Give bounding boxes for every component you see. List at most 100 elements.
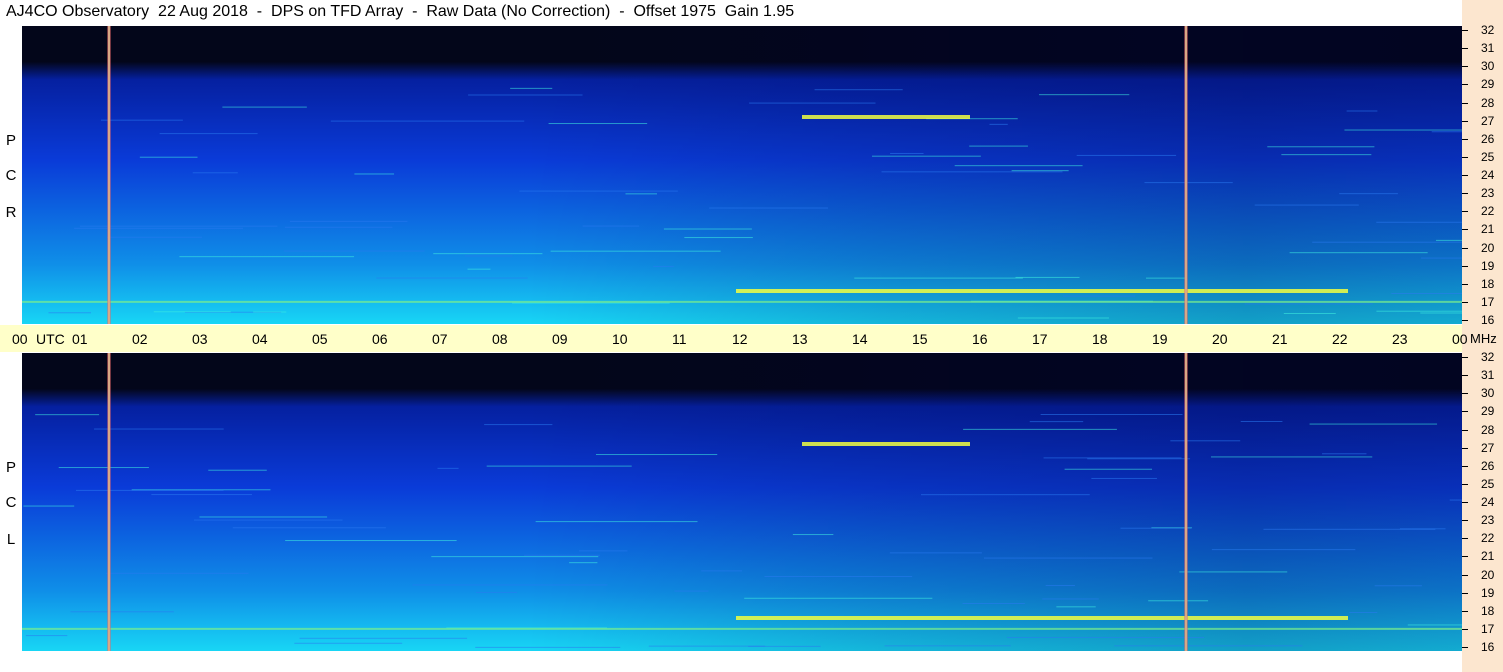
frequency-tick-label: 27 [1481,440,1495,455]
noise-streak [1420,312,1462,314]
noise-streak [954,165,1083,167]
frequency-tick [1462,592,1468,594]
noise-streak [1283,313,1336,315]
hour-tick-label: 16 [972,331,988,347]
hour-tick-label: 23 [1392,331,1408,347]
frequency-tick-label: 30 [1481,59,1495,74]
noise-streak [232,527,386,529]
time-marker-core [108,353,110,651]
frequency-tick-label: 17 [1481,621,1495,636]
hour-tick-label: 15 [912,331,928,347]
noise-streak [1148,600,1209,602]
noise-streak [764,576,913,578]
noise-streak [48,312,92,314]
hour-tick-label: 11 [672,331,687,347]
hour-tick-label: 21 [1272,331,1288,347]
noise-streak [1006,636,1205,638]
noise-streak [1045,585,1075,587]
pol-letter: C [5,494,17,511]
noise-streak [107,236,203,238]
noise-streak [881,171,1063,173]
noise-streak [1145,277,1186,279]
signal-band [802,115,970,119]
noise-streak [70,611,174,613]
noise-streak [653,265,674,267]
noise-streak [1015,276,1080,278]
frequency-tick [1462,411,1468,413]
frequency-tick-label: 19 [1481,258,1495,273]
pol-letter: R [5,204,17,221]
frequency-tick-label: 26 [1481,131,1495,146]
noise-streak [524,554,600,556]
hour-tick-label: 14 [852,331,868,347]
frequency-tick [1462,465,1468,467]
frequency-tick [1462,628,1468,630]
noise-streak [744,597,933,599]
frequency-tick-label: 16 [1481,313,1495,327]
noise-streak [330,120,525,122]
lcp-polarization-label: L C P [0,353,22,651]
frequency-tick [1462,283,1468,285]
frequency-tick-label: 21 [1481,549,1495,564]
hour-tick-label: 13 [792,331,808,347]
noise-streak [1210,456,1373,458]
noise-streak [1211,549,1356,551]
noise-streak [582,225,640,227]
frequency-tick-label: 31 [1481,41,1495,56]
noise-streak [1120,527,1192,529]
frequency-tick [1462,156,1468,158]
noise-streak [1281,154,1372,156]
signal-band [22,300,1462,303]
lcp-frequency-scale: 32 31 30 29 28 27 26 25 24 23 22 21 20 19 18 17 16 [1462,350,1503,654]
noise-streak [299,637,468,639]
noise-streak [548,123,648,125]
noise-streak [1399,528,1446,530]
signal-band [736,289,1348,293]
noise-streak [1011,170,1069,172]
noise-streak [648,645,766,647]
noise-streak [1312,241,1462,243]
frequency-tick-label: 26 [1481,458,1495,473]
noise-streak [569,562,598,564]
noise-streak [1076,154,1177,156]
noise-streak [1114,645,1303,647]
noise-streak [253,311,287,313]
noise-streak [199,516,328,518]
noise-streak [684,237,753,239]
noise-streak [792,534,834,536]
hour-tick-label: 10 [612,331,628,347]
noise-streak [1346,110,1378,112]
noise-streak [595,454,718,456]
noise-streak [412,584,608,586]
noise-streak [74,227,244,229]
frequency-tick [1462,66,1468,68]
noise-streak [153,311,231,313]
frequency-tick [1462,301,1468,303]
noise-streak [100,119,183,121]
noise-streak [1029,421,1084,423]
noise-streak [179,256,355,258]
rcp-spectrogram [22,26,1462,324]
frequency-tick [1462,247,1468,249]
frequency-tick-label: 22 [1481,531,1495,546]
noise-streak [1043,457,1182,459]
noise-streak [1087,458,1191,460]
noise-streak [285,540,457,542]
noise-streak [486,465,632,467]
frequency-tick [1462,193,1468,195]
noise-streak [1040,413,1183,415]
rcp-polarization-label: R C P [0,26,22,324]
noise-streak [294,642,403,644]
pol-letter: L [6,531,16,548]
rcp-spectrogram-plot [22,26,1462,324]
noise-streak [1017,317,1109,319]
hour-tick-label: 22 [1332,331,1348,347]
noise-streak [1376,221,1462,223]
frequency-tick [1462,538,1468,540]
frequency-tick-label: 28 [1481,422,1495,437]
noise-streak [139,156,198,158]
rcp-frequency-scale: 32 31 30 29 28 27 26 25 24 23 22 21 20 19 18 17 16 [1462,23,1503,327]
noise-streak [709,207,828,209]
frequency-tick-label: 25 [1481,476,1495,491]
utc-time-axis: 00 UTC 01 02 03 04 05 06 07 08 09 10 11 12 13 14 15 16 1… [0,325,1497,352]
